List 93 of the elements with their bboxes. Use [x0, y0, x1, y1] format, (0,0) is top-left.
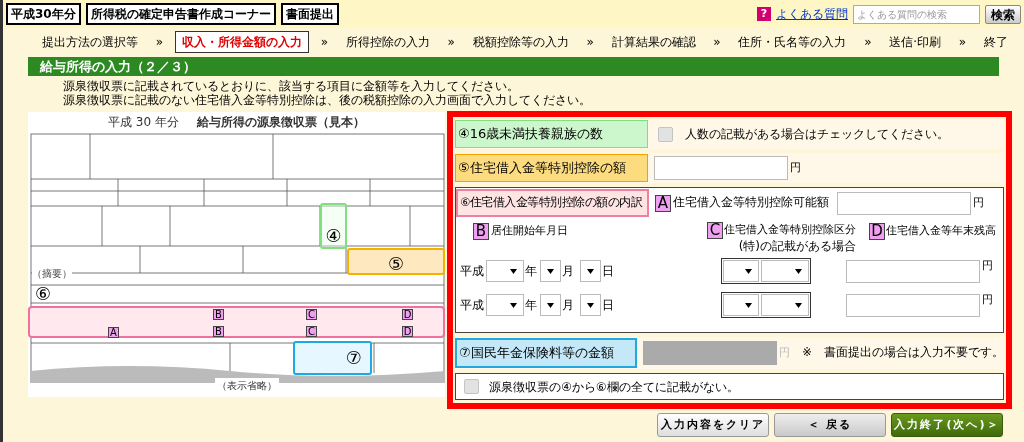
- unit-label: 円: [982, 292, 993, 308]
- letter-marker: C: [306, 309, 317, 320]
- field-label: 住宅借入金等特別控除区分: [724, 222, 856, 239]
- field-note: ※ 書面提出の場合は入力不要です。: [802, 344, 1004, 362]
- section-title: 給与所得の入力（２／３）: [40, 57, 196, 76]
- letter-marker: D: [869, 222, 885, 240]
- amount-input[interactable]: [837, 191, 971, 215]
- circled-number: ⑤: [387, 255, 405, 273]
- letter-marker: B: [473, 222, 489, 240]
- help-icon: ?: [757, 7, 771, 21]
- era-label: 平成: [460, 297, 484, 314]
- sample-form-year: 平成 30 年分: [108, 114, 179, 131]
- step-label: 税額控除等の入力: [471, 33, 570, 51]
- dropdown-select[interactable]: [580, 260, 601, 282]
- checkbox[interactable]: [464, 379, 479, 394]
- circled-number: ⑦: [345, 349, 362, 367]
- letter-marker: B: [213, 326, 224, 337]
- field-label: 住宅借入金等年末残高: [886, 222, 996, 239]
- back-button[interactable]: ＜ 戻る: [774, 413, 886, 437]
- era-label: 平成: [460, 263, 484, 280]
- step-label: 提出方法の選択等: [41, 33, 139, 51]
- step-separator: »: [863, 33, 873, 51]
- search-field[interactable]: よくある質問の検索: [853, 4, 980, 24]
- step-label: 送信·印刷: [888, 33, 943, 51]
- clear-button[interactable]: 入力内容をクリア: [657, 413, 769, 437]
- field-label: ⑤住宅借入金等特別控除の額: [455, 154, 648, 182]
- unit-label: 円: [982, 258, 993, 274]
- step-label: 終了: [982, 33, 1009, 51]
- header-badge: 書面提出: [280, 3, 339, 25]
- unit-label: 年: [525, 263, 537, 280]
- letter-marker: D: [402, 309, 413, 320]
- letter-marker: D: [402, 326, 413, 337]
- circled-number: ④: [325, 227, 342, 245]
- caret-icon: [547, 302, 554, 308]
- step-label: 計算結果の確認: [610, 33, 697, 51]
- step-separator: »: [446, 33, 456, 51]
- caret-icon: [795, 302, 802, 308]
- field-label: 居住開始年月日: [491, 222, 568, 239]
- summary-label: （摘要）: [32, 266, 72, 281]
- sample-form-title: 給与所得の源泉徴収票（見本）: [196, 114, 365, 131]
- amount-input[interactable]: [654, 156, 788, 180]
- field-label: ⑥住宅借入金等特別控除の額の内訳: [456, 189, 649, 217]
- step-separator: »: [319, 33, 329, 51]
- faq-link[interactable]: よくある質問: [776, 5, 848, 23]
- step-label: 所得控除の入力: [344, 33, 431, 51]
- checkbox-label: 源泉徴収票の④から⑥欄の全てに記載がない。: [489, 378, 739, 396]
- instruction-text: 源泉徴収票に記載されているとおりに、該当する項目に金額等を入力してください。: [63, 79, 520, 93]
- letter-marker: A: [655, 194, 671, 212]
- caret-icon: [510, 302, 517, 308]
- step-separator: »: [585, 33, 595, 51]
- letter-marker: A: [108, 327, 119, 338]
- dropdown-select[interactable]: [540, 294, 561, 316]
- unit-label: 月: [562, 263, 574, 280]
- caret-icon: [795, 268, 802, 274]
- caret-icon: [745, 268, 752, 274]
- header-badge: 所得税の確定申告書作成コーナー: [85, 3, 276, 25]
- field-label: ④16歳未満扶養親族の数: [455, 120, 648, 148]
- amount-input[interactable]: [846, 293, 980, 317]
- field-note: (特)の記載がある場合: [738, 239, 856, 253]
- field-label: ⑦国民年金保険料等の金額: [455, 338, 638, 368]
- unit-label: 年: [525, 297, 537, 314]
- step-label: 住所・氏名等の入力: [737, 33, 848, 51]
- letter-marker: C: [306, 326, 317, 337]
- caret-icon: [587, 302, 594, 308]
- omitted-label: （表示省略）: [215, 378, 279, 393]
- step-separator: »: [957, 33, 968, 51]
- circled-number: ⑥: [33, 283, 53, 305]
- dropdown-select[interactable]: [723, 294, 759, 316]
- checkbox[interactable]: [658, 126, 673, 142]
- caret-icon: [547, 268, 554, 274]
- unit-label: 日: [602, 263, 614, 280]
- step-separator: »: [712, 33, 722, 51]
- letter-marker: C: [707, 222, 723, 239]
- unit-label: 月: [562, 297, 574, 314]
- checkbox-label: 人数の記載がある場合はチェックしてください。: [685, 126, 949, 143]
- amount-input[interactable]: [846, 259, 980, 283]
- instruction-text: 源泉徴収票に記載のない住宅借入金等特別控除は、後の税額控除の入力画面で入力してください。: [63, 93, 592, 107]
- field-label: 住宅借入金等特別控除可能額: [673, 194, 829, 212]
- caret-icon: [587, 268, 594, 274]
- search-button[interactable]: 検索: [985, 4, 1021, 24]
- dropdown-select[interactable]: [723, 260, 759, 282]
- letter-marker: B: [213, 309, 224, 320]
- caret-icon: [510, 268, 517, 274]
- unit-label: 円: [973, 194, 984, 211]
- next-button[interactable]: 入力終了(次へ)＞: [891, 413, 1003, 437]
- step-separator: »: [154, 33, 165, 51]
- header-badge: 平成30年分: [6, 3, 81, 25]
- dropdown-select[interactable]: [540, 260, 561, 282]
- unit-label: 円: [779, 344, 791, 361]
- unit-label: 日: [602, 297, 614, 314]
- dropdown-select[interactable]: [580, 294, 601, 316]
- caret-icon: [745, 302, 752, 308]
- unit-label: 円: [790, 159, 801, 176]
